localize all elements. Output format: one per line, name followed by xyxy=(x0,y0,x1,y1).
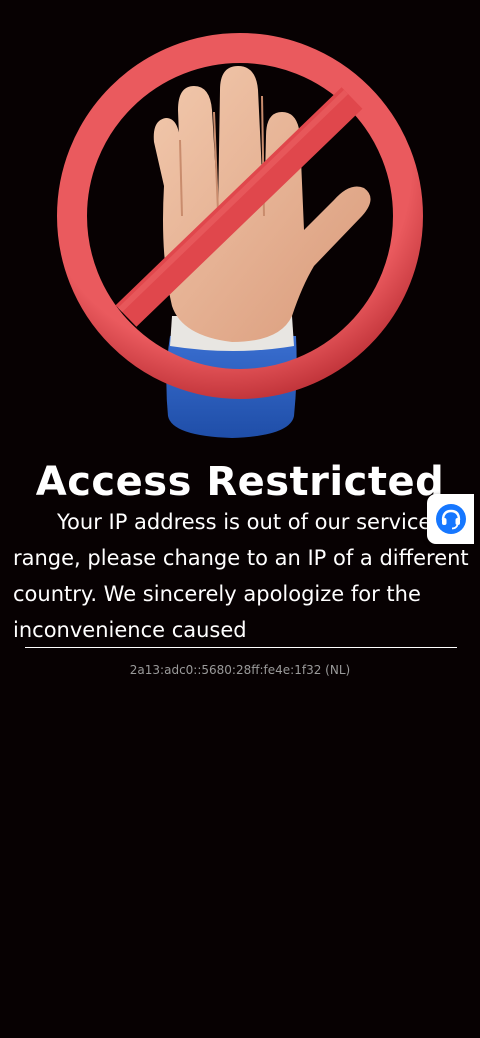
page-title: Access Restricted xyxy=(35,459,445,505)
restriction-message: Your IP address is out of our service ra… xyxy=(13,510,469,642)
stop-hand-prohibited-icon xyxy=(57,33,423,438)
support-chat-button[interactable] xyxy=(427,494,474,544)
divider xyxy=(25,647,457,648)
ip-address-info: 2a13:adc0::5680:28ff:fe4e:1f32 (NL) xyxy=(129,663,351,677)
access-restricted-page: Access Restricted Your IP address is out… xyxy=(0,0,480,1038)
headset-support-icon xyxy=(435,504,466,534)
